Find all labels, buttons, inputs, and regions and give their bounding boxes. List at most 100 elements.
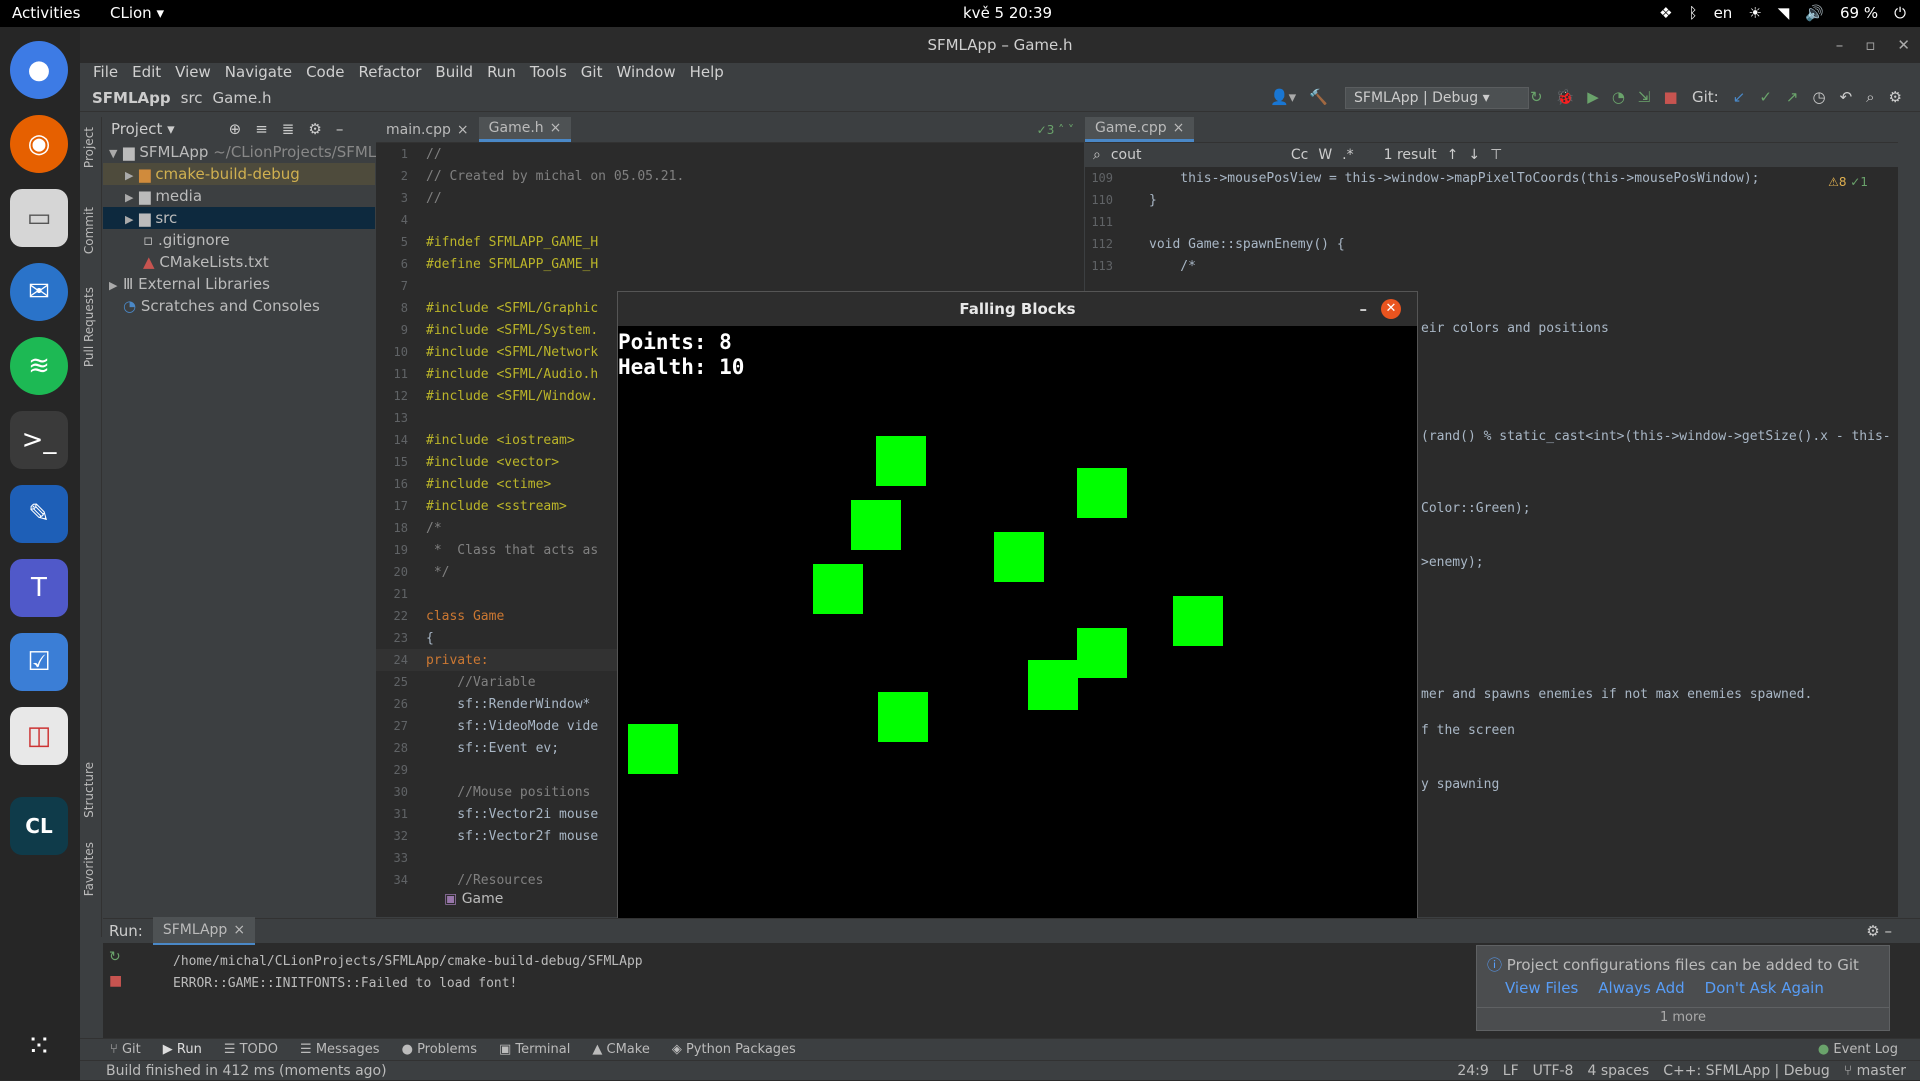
event-log-button[interactable]: ● Event Log xyxy=(1818,1039,1898,1060)
system-tray[interactable]: ❖ ᛒ en ☀ ◥ 🔊 69 % ⏻ xyxy=(1659,4,1906,22)
caret-position[interactable]: 24:9 xyxy=(1457,1061,1488,1081)
menu-tools[interactable]: Tools xyxy=(523,63,574,85)
activities-button[interactable]: Activities xyxy=(12,4,80,22)
dropbox-icon[interactable]: ❖ xyxy=(1659,4,1672,22)
tasks-icon[interactable]: ☑ xyxy=(10,633,68,691)
close-icon[interactable]: ✕ xyxy=(1381,299,1401,319)
collapse-icon[interactable]: ≣ xyxy=(282,120,295,138)
tree-item-gitignore[interactable]: ▫ .gitignore xyxy=(103,229,375,251)
close-icon[interactable]: × xyxy=(550,115,562,141)
minimize-icon[interactable]: – xyxy=(1360,292,1368,326)
menu-window[interactable]: Window xyxy=(609,63,682,85)
dont-ask-again-link[interactable]: Don't Ask Again xyxy=(1705,979,1824,997)
tree-item-src[interactable]: ▶ ▆ src xyxy=(103,207,375,229)
build-status[interactable]: Build finished in 412 ms (moments ago) xyxy=(106,1063,387,1079)
falling-block[interactable] xyxy=(1077,468,1127,518)
git-branch[interactable]: ⑂ master xyxy=(1844,1061,1906,1081)
clion-icon[interactable]: CL xyxy=(10,797,68,855)
regex-toggle[interactable]: .* xyxy=(1342,147,1353,163)
falling-block[interactable] xyxy=(851,500,901,550)
bluetooth-icon[interactable]: ᛒ xyxy=(1689,4,1698,22)
code-breadcrumb[interactable]: ▣ Game xyxy=(376,887,503,911)
maximize-icon[interactable]: ▫ xyxy=(1865,27,1875,63)
git-commit-icon[interactable]: ✓ xyxy=(1759,88,1772,106)
project-view-select[interactable]: Project ▾ xyxy=(111,120,175,138)
tool-todo[interactable]: ☰ TODO xyxy=(224,1039,278,1060)
brightness-icon[interactable]: ☀ xyxy=(1748,4,1761,22)
pull-requests-tool-tab[interactable]: Pull Requests xyxy=(82,287,96,367)
match-case-toggle[interactable]: Cc xyxy=(1291,147,1308,163)
tool-python-packages[interactable]: ◈ Python Packages xyxy=(672,1039,796,1060)
battery-indicator[interactable]: 69 % xyxy=(1840,4,1878,22)
history-icon[interactable]: ◷ xyxy=(1812,88,1825,106)
wifi-icon[interactable]: ◥ xyxy=(1778,4,1790,22)
expand-icon[interactable]: ≡ xyxy=(255,120,268,138)
chrome-icon[interactable]: ● xyxy=(10,41,68,99)
menu-build[interactable]: Build xyxy=(428,63,480,85)
falling-block[interactable] xyxy=(994,532,1044,582)
gear-icon[interactable]: ⚙ xyxy=(308,120,321,138)
tab-game-cpp[interactable]: Game.cpp × xyxy=(1085,117,1195,142)
inspection-widget[interactable]: ✓3 ˄ ˅ xyxy=(1037,117,1084,142)
menu-help[interactable]: Help xyxy=(683,63,731,85)
minimize-icon[interactable]: – xyxy=(1836,27,1844,63)
run-config-tab[interactable]: SFMLApp × xyxy=(152,917,256,945)
falling-block[interactable] xyxy=(1173,596,1223,646)
menu-git[interactable]: Git xyxy=(574,63,610,85)
tab-game-h[interactable]: Game.h × xyxy=(478,115,572,142)
file-encoding[interactable]: UTF-8 xyxy=(1533,1061,1574,1081)
rerun-icon[interactable]: ↻ xyxy=(109,949,122,965)
breadcrumb-project[interactable]: SFMLApp xyxy=(92,89,171,107)
find-input[interactable]: cout xyxy=(1111,147,1281,163)
files-icon[interactable]: ▭ xyxy=(10,189,68,247)
build-hammer-icon[interactable]: 🔨 xyxy=(1309,88,1328,106)
close-icon[interactable]: × xyxy=(457,117,469,143)
falling-block[interactable] xyxy=(1028,660,1078,710)
app-menu[interactable]: CLion ▾ xyxy=(110,4,164,22)
tool-messages[interactable]: ☰ Messages xyxy=(300,1039,380,1060)
tree-item-media[interactable]: ▶ ▆ media xyxy=(103,185,375,207)
falling-block[interactable] xyxy=(813,564,863,614)
thunderbird-icon[interactable]: ✉ xyxy=(10,263,68,321)
breadcrumb-file[interactable]: Game.h xyxy=(213,89,272,107)
words-toggle[interactable]: W xyxy=(1318,147,1332,163)
document-viewer-icon[interactable]: ◫ xyxy=(10,707,68,765)
menu-edit[interactable]: Edit xyxy=(125,63,168,85)
run-configuration-select[interactable]: SFMLApp | Debug ▾ xyxy=(1345,87,1529,109)
menu-run[interactable]: Run xyxy=(480,63,523,85)
power-icon[interactable]: ⏻ xyxy=(1894,4,1906,22)
stop-icon[interactable]: ■ xyxy=(1663,88,1677,106)
tree-root[interactable]: ▼ ▆ SFMLApp ~/CLionProjects/SFMLA xyxy=(103,141,387,163)
falling-block[interactable] xyxy=(876,436,926,486)
gear-icon[interactable]: ⚙ – xyxy=(1866,922,1892,940)
locate-icon[interactable]: ⊕ xyxy=(229,120,242,138)
user-icon[interactable]: 👤▾ xyxy=(1270,88,1296,106)
tree-item-cmake-build-debug[interactable]: ▶ ▆ cmake-build-debug xyxy=(103,163,375,185)
console-output[interactable]: /home/michal/CLionProjects/SFMLApp/cmake… xyxy=(173,951,643,995)
favorites-tool-tab[interactable]: Favorites xyxy=(82,842,96,896)
tool-git[interactable]: ⑂ Git xyxy=(110,1039,141,1060)
falling-block[interactable] xyxy=(1077,628,1127,678)
firefox-icon[interactable]: ◉ xyxy=(10,115,68,173)
language-indicator[interactable]: en xyxy=(1714,4,1733,22)
next-occurrence-icon[interactable]: ↓ xyxy=(1468,147,1480,163)
profile-icon[interactable]: ◔ xyxy=(1612,88,1625,106)
tree-external-libraries[interactable]: ▶ Ⅲ External Libraries xyxy=(103,273,375,295)
indent-setting[interactable]: 4 spaces xyxy=(1587,1061,1649,1081)
stop-icon[interactable]: ■ xyxy=(109,973,122,989)
previous-occurrence-icon[interactable]: ↑ xyxy=(1447,147,1459,163)
settings-icon[interactable]: ⚙ xyxy=(1889,88,1902,106)
falling-block[interactable] xyxy=(878,692,928,742)
debug-icon[interactable]: 🐞 xyxy=(1556,88,1575,106)
menu-code[interactable]: Code xyxy=(299,63,351,85)
rebuild-icon[interactable]: ↻ xyxy=(1530,88,1543,106)
close-icon[interactable]: ✕ xyxy=(1897,27,1910,63)
search-icon[interactable]: ⌕ xyxy=(1866,88,1874,106)
filter-icon[interactable]: ⊤ xyxy=(1490,147,1502,163)
tool-problems[interactable]: ● Problems xyxy=(402,1039,477,1060)
volume-icon[interactable]: 🔊 xyxy=(1805,4,1824,22)
attach-icon[interactable]: ⇲ xyxy=(1638,88,1651,106)
tool-run[interactable]: ▶ Run xyxy=(163,1039,202,1060)
clock[interactable]: kvě 5 20:39 xyxy=(963,4,1052,22)
tree-item-cmakelists[interactable]: ▲ CMakeLists.txt xyxy=(103,251,375,273)
